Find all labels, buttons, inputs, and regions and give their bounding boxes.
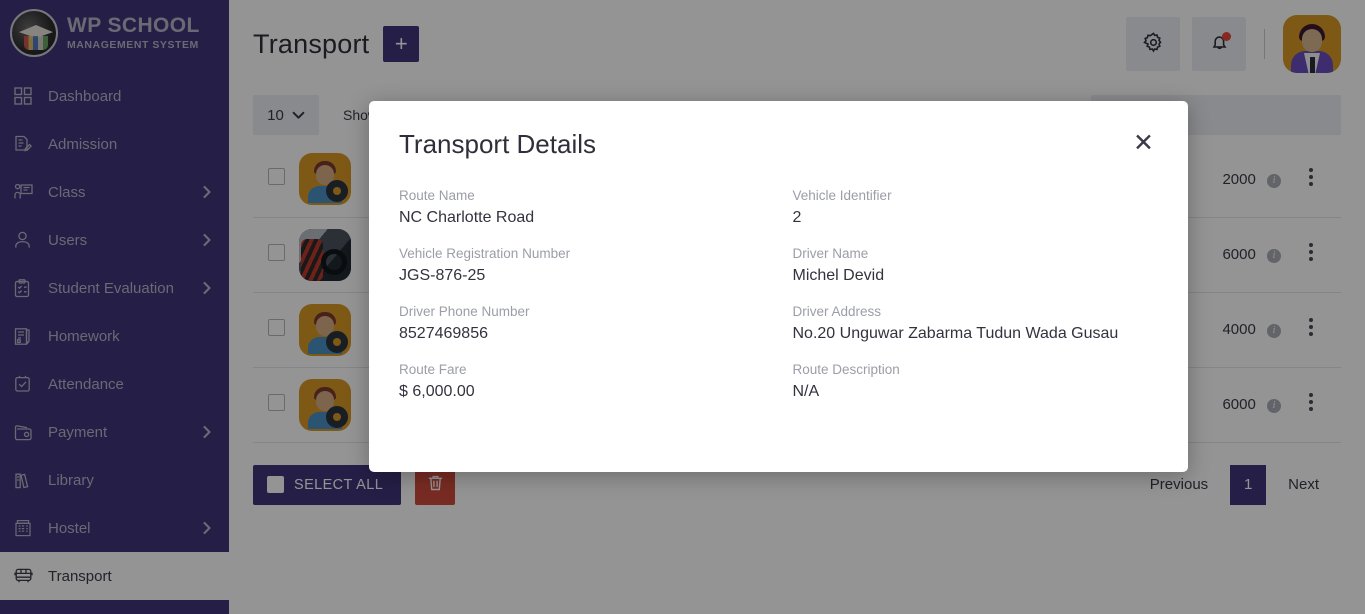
field-value: 8527469856 <box>399 325 488 342</box>
modal-fields-grid: Route Name NC Charlotte Road Vehicle Ide… <box>399 188 1158 401</box>
field-vehicle-identifier: Vehicle Identifier 2 <box>793 188 1159 227</box>
modal-close-button[interactable]: ✕ <box>1129 129 1158 158</box>
app-root: WP SCHOOL MANAGEMENT SYSTEM Dashboard Ad… <box>0 0 1365 614</box>
field-label: Vehicle Identifier <box>792 188 892 203</box>
field-label: Driver Address <box>792 304 882 319</box>
field-label: Vehicle Registration Number <box>399 246 571 261</box>
field-value: $ 6,000.00 <box>399 383 475 400</box>
field-value: N/A <box>792 383 820 400</box>
field-route-description: Route Description N/A <box>793 362 1159 401</box>
field-route-name: Route Name NC Charlotte Road <box>399 188 765 227</box>
field-label: Driver Name <box>792 246 869 261</box>
field-route-fare: Route Fare $ 6,000.00 <box>399 362 765 401</box>
transport-details-modal: Transport Details ✕ Route Name NC Charlo… <box>369 101 1188 472</box>
field-label: Route Name <box>399 188 475 203</box>
field-value: 2 <box>792 209 802 226</box>
modal-title: Transport Details <box>399 129 596 159</box>
field-driver-name: Driver Name Michel Devid <box>793 246 1159 285</box>
field-value: Michel Devid <box>792 267 885 284</box>
field-label: Route Fare <box>399 362 467 377</box>
field-value: No.20 Unguwar Zabarma Tudun Wada Gusau <box>792 325 1119 342</box>
field-value: NC Charlotte Road <box>399 209 535 226</box>
field-label: Driver Phone Number <box>399 304 530 319</box>
close-icon: ✕ <box>1133 129 1154 157</box>
field-vehicle-registration-number: Vehicle Registration Number JGS-876-25 <box>399 246 765 285</box>
modal-header: Transport Details ✕ <box>399 129 1158 160</box>
field-driver-phone-number: Driver Phone Number 8527469856 <box>399 304 765 343</box>
field-value: JGS-876-25 <box>399 267 486 284</box>
field-label: Route Description <box>792 362 900 377</box>
field-driver-address: Driver Address No.20 Unguwar Zabarma Tud… <box>793 304 1159 343</box>
